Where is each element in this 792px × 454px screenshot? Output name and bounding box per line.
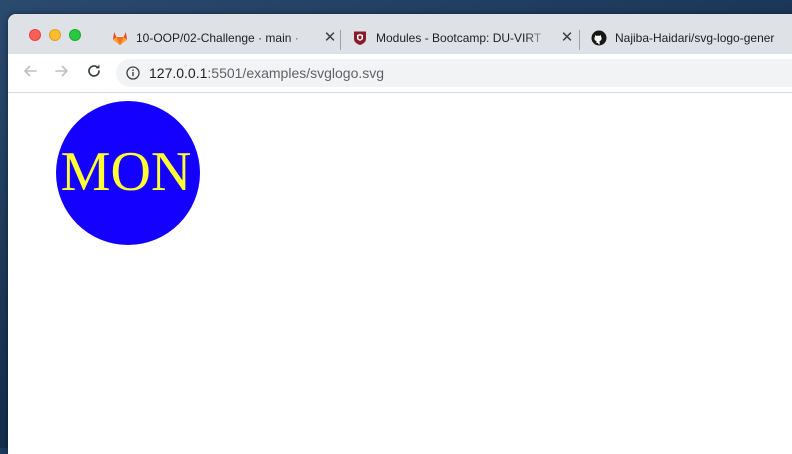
tab-separator (340, 30, 341, 50)
tab-modules[interactable]: Modules - Bootcamp: DU-VIRT ✕ (352, 22, 575, 54)
url-path: :5501/examples/svglogo.svg (207, 65, 385, 81)
page-content: MON (8, 93, 792, 454)
url-text[interactable]: 127.0.0.1:5501/examples/svglogo.svg (149, 65, 384, 81)
tab-github[interactable]: Najiba-Haidari/svg-logo-gener (591, 22, 792, 54)
tab-strip: 10-OOP/02-Challenge · main · ✕ Modules -… (8, 14, 792, 54)
close-tab-icon[interactable]: ✕ (322, 30, 338, 46)
reload-icon (86, 63, 102, 84)
logo-text: MON (61, 141, 192, 203)
browser-window: 10-OOP/02-Challenge · main · ✕ Modules -… (8, 14, 792, 454)
forward-button[interactable] (52, 63, 72, 83)
tab-title: 10-OOP/02-Challenge · main · (136, 31, 299, 45)
close-tab-icon[interactable]: ✕ (559, 30, 575, 46)
window-maximize-button[interactable] (69, 29, 81, 41)
github-icon (591, 30, 607, 46)
browser-toolbar: 127.0.0.1:5501/examples/svglogo.svg (8, 54, 792, 93)
tab-title: Modules - Bootcamp: DU-VIRT (376, 31, 542, 45)
reload-button[interactable] (84, 63, 104, 83)
gitlab-icon (112, 30, 128, 46)
tab-gitlab[interactable]: 10-OOP/02-Challenge · main · ✕ (112, 22, 338, 54)
site-info-icon[interactable] (126, 66, 140, 80)
window-close-button[interactable] (29, 29, 41, 41)
university-shield-icon (352, 30, 368, 46)
tab-separator (579, 30, 580, 50)
url-host: 127.0.0.1 (149, 65, 208, 81)
back-button[interactable] (20, 63, 40, 83)
address-bar[interactable]: 127.0.0.1:5501/examples/svglogo.svg (116, 59, 792, 87)
window-minimize-button[interactable] (49, 29, 61, 41)
arrow-right-icon (54, 63, 70, 84)
arrow-left-icon (22, 63, 38, 84)
tab-title: Najiba-Haidari/svg-logo-gener (615, 31, 775, 45)
svg-logo: MON (56, 101, 200, 245)
